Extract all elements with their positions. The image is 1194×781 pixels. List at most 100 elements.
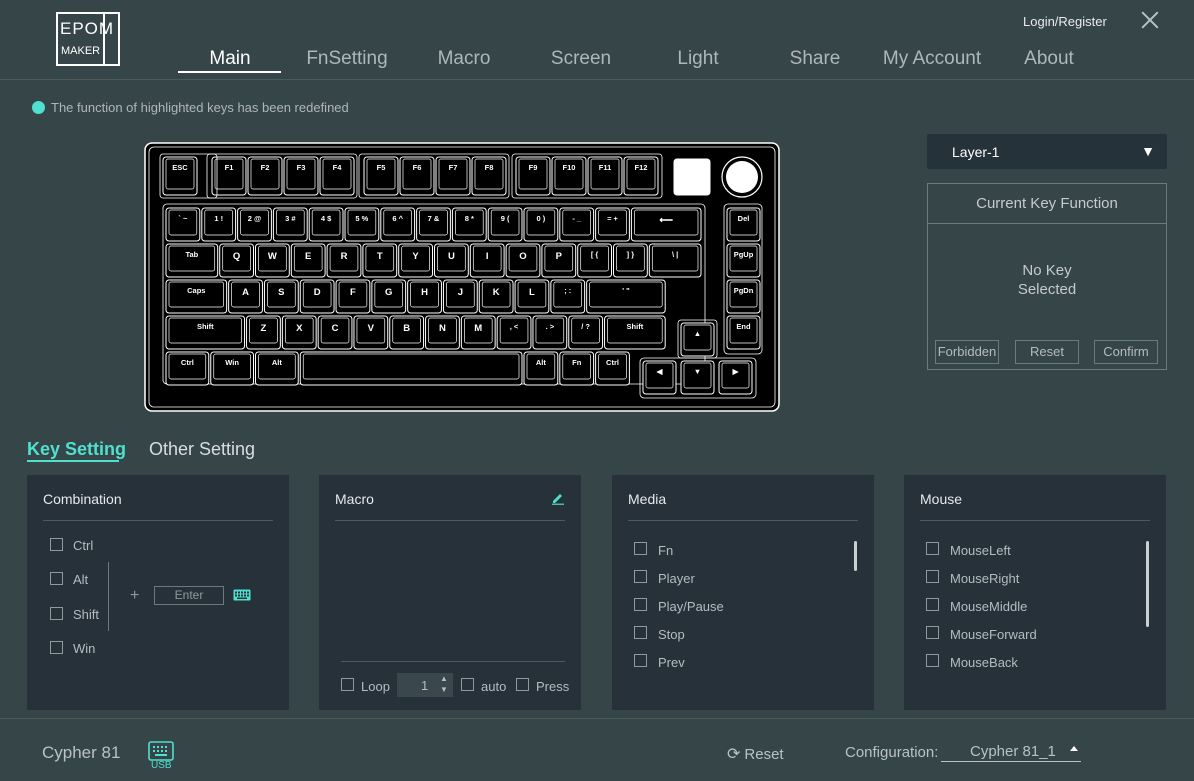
key-r2-6[interactable]: Y — [398, 243, 433, 278]
arrow-right-key[interactable]: ▶ — [718, 360, 753, 395]
key-r4-11[interactable]: Shift — [604, 315, 666, 350]
key-r2-2[interactable]: W — [255, 243, 290, 278]
key-r1-1[interactable]: 1 ! — [201, 207, 237, 242]
key-r0-9[interactable]: F9 — [515, 156, 551, 196]
spacebar-key[interactable] — [299, 351, 523, 386]
key-r4-1[interactable]: Z — [246, 315, 281, 350]
ctrl-checkbox[interactable] — [50, 538, 63, 551]
key-r3-5[interactable]: G — [371, 279, 407, 314]
key-r0-4[interactable]: F4 — [319, 156, 355, 196]
tab-key-setting[interactable]: Key Setting — [27, 439, 126, 460]
key-r3-1[interactable]: A — [228, 279, 263, 314]
media-scrollbar[interactable] — [854, 541, 857, 571]
key-r1-8[interactable]: 8 * — [451, 207, 487, 242]
key-r5-4[interactable]: Alt — [523, 351, 559, 386]
key-r3-8[interactable]: K — [478, 279, 514, 314]
mouse-scrollbar[interactable] — [1146, 541, 1149, 627]
key-r3-0[interactable]: Caps — [165, 279, 228, 314]
key-r4-8[interactable]: , < — [496, 315, 532, 350]
key-r4-9[interactable]: . > — [532, 315, 568, 350]
tab-about[interactable]: About — [991, 48, 1107, 70]
edit-macro-icon[interactable] — [551, 491, 565, 505]
key-r1-5[interactable]: 5 % — [344, 207, 380, 242]
media-prev-checkbox[interactable] — [634, 654, 647, 667]
key-r0-5[interactable]: F5 — [363, 156, 399, 196]
forbidden-button[interactable]: Forbidden — [935, 340, 999, 364]
key-r4-7[interactable]: M — [460, 315, 496, 350]
key-r1-6[interactable]: 6 ^ — [380, 207, 416, 242]
shift-checkbox[interactable] — [50, 607, 63, 620]
key-r1-2[interactable]: 2 @ — [237, 207, 272, 242]
key-r3-2[interactable]: S — [263, 279, 299, 314]
arrow-left-key[interactable]: ◀ — [642, 360, 677, 395]
key-r1-10[interactable]: 0 ) — [523, 207, 559, 242]
key-r1-7[interactable]: 7 & — [416, 207, 451, 242]
key-r0-10[interactable]: F10 — [551, 156, 587, 196]
key-r3-4[interactable]: F — [335, 279, 371, 314]
key-r1-14[interactable]: Del — [726, 207, 761, 242]
key-r2-7[interactable]: U — [434, 243, 469, 278]
key-r3-10[interactable]: ; : — [550, 279, 586, 314]
key-r5-2[interactable]: Alt — [255, 351, 299, 386]
tab-other-setting[interactable]: Other Setting — [149, 439, 255, 460]
mouse-forward-checkbox[interactable] — [926, 626, 939, 639]
key-r3-13[interactable]: PgDn — [726, 279, 761, 314]
close-icon[interactable] — [1141, 11, 1159, 29]
arrow-up-key[interactable]: ▲ — [680, 322, 715, 357]
key-r0-2[interactable]: F2 — [247, 156, 283, 196]
tab-macro[interactable]: Macro — [406, 48, 522, 70]
key-r2-13[interactable]: \ | — [648, 243, 702, 278]
tab-screen[interactable]: Screen — [523, 48, 639, 70]
tab-my-account[interactable]: My Account — [874, 48, 990, 70]
key-r3-7[interactable]: J — [442, 279, 478, 314]
mouse-middle-checkbox[interactable] — [926, 598, 939, 611]
key-r1-9[interactable]: 9 ( — [487, 207, 523, 242]
key-r5-0[interactable]: Ctrl — [165, 351, 210, 386]
key-r2-10[interactable]: P — [541, 243, 577, 278]
tab-fnsetting[interactable]: FnSetting — [289, 48, 405, 70]
reset-all-button[interactable]: ⟳ Reset — [727, 744, 784, 764]
tab-share[interactable]: Share — [757, 48, 873, 70]
key-r0-7[interactable]: F7 — [435, 156, 471, 196]
key-r2-5[interactable]: T — [362, 243, 398, 278]
combination-key-input[interactable]: Enter — [154, 586, 224, 605]
loop-checkbox[interactable] — [341, 678, 354, 691]
layer-select[interactable]: Layer-1 ▼ — [927, 134, 1167, 169]
win-checkbox[interactable] — [50, 641, 63, 654]
media-playpause-checkbox[interactable] — [634, 598, 647, 611]
key-r3-9[interactable]: L — [514, 279, 550, 314]
configuration-select[interactable]: Cypher 81_1 — [941, 742, 1081, 762]
key-r2-0[interactable]: Tab — [165, 243, 219, 278]
key-r0-8[interactable]: F8 — [471, 156, 507, 196]
key-r2-1[interactable]: Q — [219, 243, 254, 278]
key-r0-12[interactable]: F12 — [623, 156, 659, 196]
key-r1-12[interactable]: = + — [595, 207, 630, 242]
loop-count-stepper[interactable]: 1 ▲ ▼ — [397, 673, 453, 697]
key-r1-4[interactable]: 4 $ — [308, 207, 344, 242]
key-r5-1[interactable]: Win — [210, 351, 254, 386]
key-r4-5[interactable]: B — [389, 315, 425, 350]
media-stop-checkbox[interactable] — [634, 626, 647, 639]
key-r2-9[interactable]: O — [505, 243, 541, 278]
mouse-right-checkbox[interactable] — [926, 570, 939, 583]
alt-checkbox[interactable] — [50, 572, 63, 585]
key-r4-6[interactable]: N — [425, 315, 460, 350]
key-r4-0[interactable]: Shift — [165, 315, 246, 350]
key-r2-4[interactable]: R — [326, 243, 362, 278]
key-r1-3[interactable]: 3 # — [272, 207, 308, 242]
reset-key-button[interactable]: Reset — [1015, 340, 1079, 364]
stepper-down-icon[interactable]: ▼ — [440, 684, 448, 696]
key-r0-0[interactable]: ESC — [162, 156, 198, 196]
key-r3-11[interactable]: ' " — [586, 279, 666, 314]
tab-light[interactable]: Light — [640, 48, 756, 70]
key-r1-0[interactable]: ` ~ — [165, 207, 201, 242]
auto-checkbox[interactable] — [461, 678, 474, 691]
key-r5-6[interactable]: Ctrl — [595, 351, 630, 386]
key-r0-11[interactable]: F11 — [587, 156, 623, 196]
key-r2-14[interactable]: PgUp — [726, 243, 761, 278]
media-player-checkbox[interactable] — [634, 570, 647, 583]
key-r3-6[interactable]: H — [407, 279, 442, 314]
key-r4-4[interactable]: V — [353, 315, 389, 350]
login-register-link[interactable]: Login/Register — [1023, 14, 1107, 29]
key-r2-8[interactable]: I — [469, 243, 505, 278]
